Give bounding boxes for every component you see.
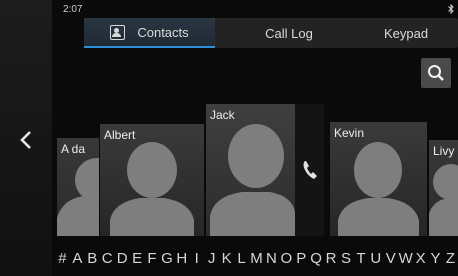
- status-time: 2:07: [63, 4, 83, 15]
- alphabet-letter[interactable]: Y: [428, 250, 443, 267]
- alphabet-letter[interactable]: R: [324, 250, 339, 267]
- tab-call-log-label: Call Log: [265, 25, 313, 41]
- tab-call-log[interactable]: Call Log: [224, 18, 354, 48]
- alphabet-letter[interactable]: E: [130, 250, 145, 267]
- tab-keypad[interactable]: Keypad: [354, 18, 458, 48]
- avatar-placeholder-icon: [210, 124, 295, 236]
- alphabet-letter[interactable]: J: [204, 250, 219, 267]
- alphabet-letter[interactable]: O: [279, 250, 294, 267]
- alphabet-letter[interactable]: I: [189, 250, 204, 267]
- alphabet-letter[interactable]: U: [368, 250, 383, 267]
- contact-card-ada[interactable]: A da: [57, 138, 99, 236]
- contact-card-albert[interactable]: Albert: [100, 124, 204, 236]
- alphabet-index: # A B C D E F G H I J K L M N O P Q R S T U V W X Y Z: [55, 246, 458, 270]
- alphabet-letter[interactable]: L: [234, 250, 249, 267]
- alphabet-letter[interactable]: D: [115, 250, 130, 267]
- alphabet-letter[interactable]: X: [413, 250, 428, 267]
- contacts-icon: [110, 24, 126, 40]
- alphabet-letter[interactable]: V: [383, 250, 398, 267]
- alphabet-letter[interactable]: P: [294, 250, 309, 267]
- chevron-left-icon: [20, 131, 31, 149]
- tab-keypad-label: Keypad: [383, 25, 429, 41]
- alphabet-letter[interactable]: G: [159, 250, 174, 267]
- alphabet-letter[interactable]: M: [249, 250, 264, 267]
- contact-card-kevin[interactable]: Kevin: [330, 122, 427, 236]
- alphabet-letter[interactable]: W: [398, 250, 413, 267]
- tab-bar: Contacts Call Log Keypad: [84, 18, 458, 48]
- tab-contacts[interactable]: Contacts: [84, 18, 215, 48]
- alphabet-letter[interactable]: C: [100, 250, 115, 267]
- back-button[interactable]: [0, 120, 52, 160]
- alphabet-letter[interactable]: T: [353, 250, 368, 267]
- alphabet-letter[interactable]: #: [55, 250, 70, 267]
- alphabet-letter[interactable]: Z: [443, 250, 458, 267]
- alphabet-letter[interactable]: H: [174, 250, 189, 267]
- alphabet-letter[interactable]: A: [70, 250, 85, 267]
- left-rail: [0, 0, 52, 276]
- avatar-placeholder-icon: [429, 164, 458, 236]
- call-button[interactable]: [295, 104, 324, 236]
- tab-contacts-label: Contacts: [137, 24, 189, 40]
- phone-icon: [303, 161, 317, 179]
- contact-card-livy[interactable]: Livy: [429, 140, 458, 236]
- alphabet-letter[interactable]: N: [264, 250, 279, 267]
- phone-screen: 2:07 Contacts Call Log Keypad A da Alber…: [52, 0, 458, 276]
- alphabet-letter[interactable]: S: [339, 250, 354, 267]
- search-icon: [428, 65, 444, 81]
- avatar-placeholder-icon: [57, 158, 99, 236]
- alphabet-letter[interactable]: F: [145, 250, 160, 267]
- avatar-placeholder-icon: [338, 142, 419, 236]
- alphabet-letter[interactable]: B: [85, 250, 100, 267]
- contact-card-jack[interactable]: Jack: [206, 104, 295, 236]
- alphabet-letter[interactable]: K: [219, 250, 234, 267]
- alphabet-letter[interactable]: Q: [309, 250, 324, 267]
- bluetooth-icon: [448, 4, 454, 14]
- search-button[interactable]: [421, 58, 451, 88]
- avatar-placeholder-icon: [110, 142, 194, 236]
